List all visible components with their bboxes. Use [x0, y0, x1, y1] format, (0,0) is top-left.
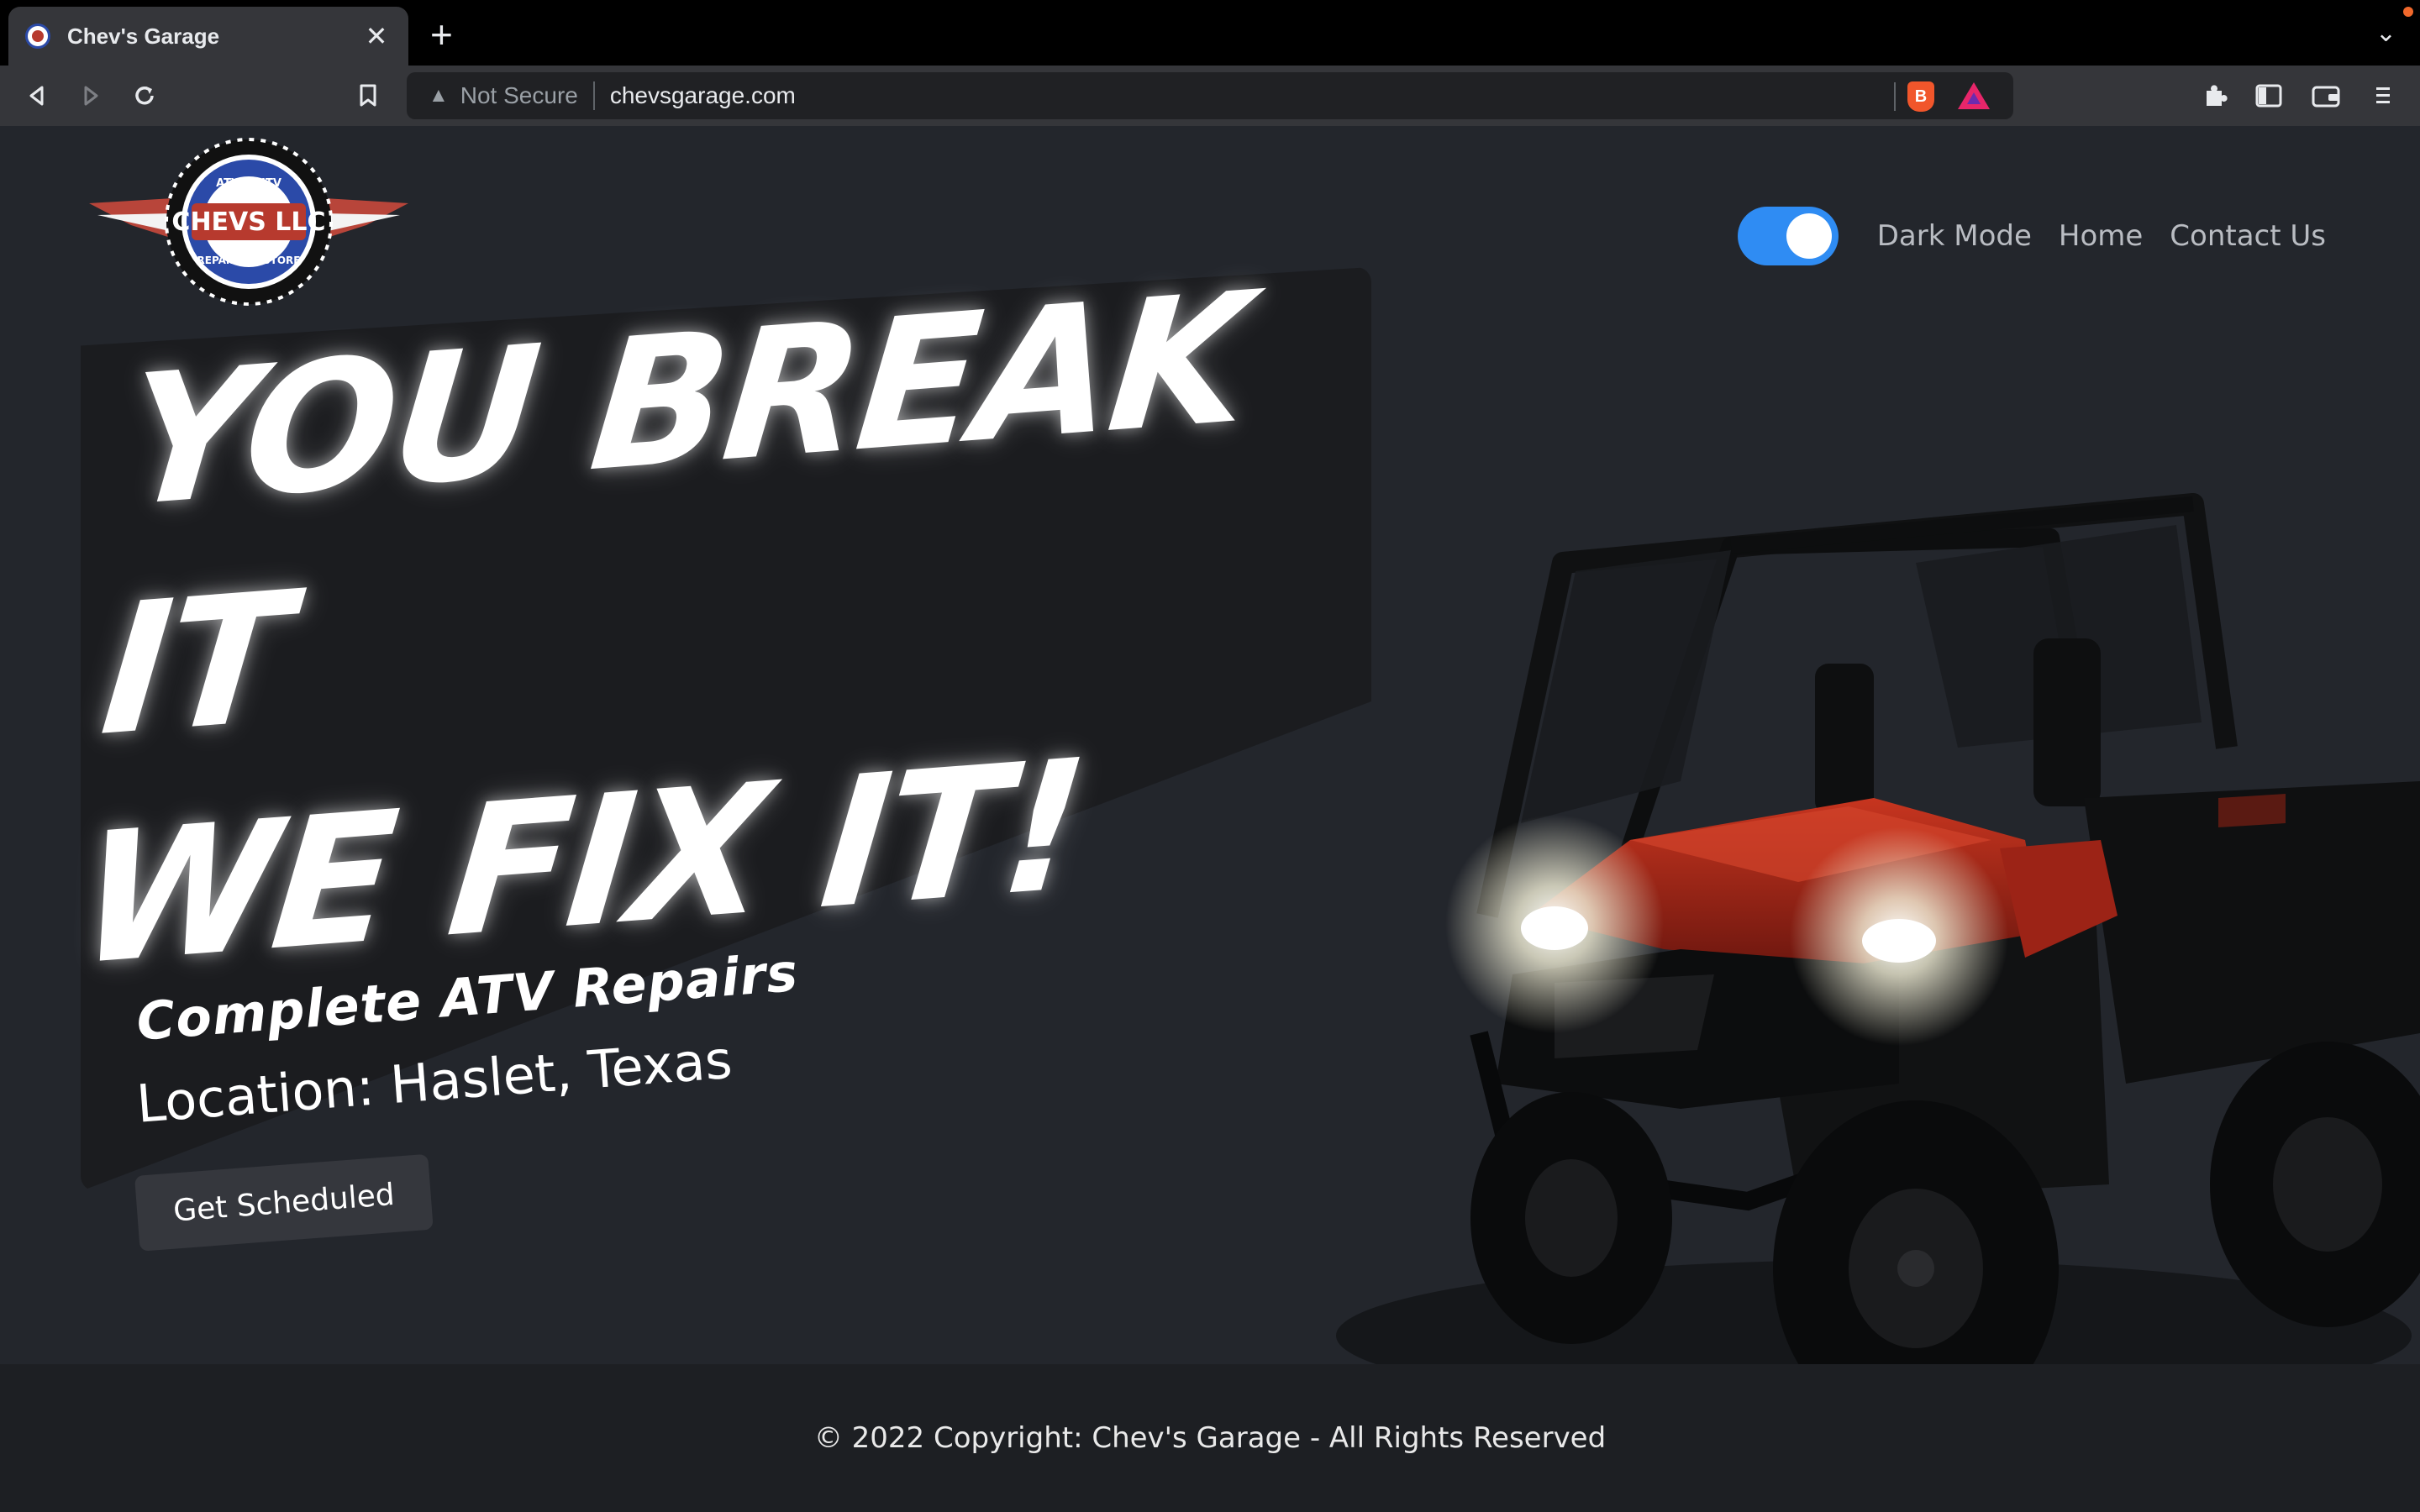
- extensions-icon[interactable]: [2198, 79, 2232, 113]
- footer-copyright: © 2022 Copyright: Chev's Garage - All Ri…: [813, 1421, 1607, 1455]
- top-nav: Dark Mode Home Contact Us: [1737, 207, 2326, 265]
- page-content: CHEVS LLC ATV & UTV REPAIR · RESTORE Dar…: [0, 126, 2420, 1364]
- footer: © 2022 Copyright: Chev's Garage - All Ri…: [0, 1364, 2420, 1512]
- sidebar-icon[interactable]: [2252, 79, 2286, 113]
- tab-close-icon[interactable]: ✕: [361, 23, 392, 50]
- dark-mode-toggle[interactable]: [1737, 207, 1839, 265]
- address-bar[interactable]: ▲ Not Secure chevsgarage.com B: [407, 72, 2013, 119]
- notification-dot: [2403, 7, 2413, 17]
- chevs-logo[interactable]: CHEVS LLC ATV & UTV REPAIR · RESTORE: [81, 138, 417, 314]
- hero-headline: YOU BREAK IT WE FIX IT!: [70, 234, 1395, 1016]
- forward-icon[interactable]: [74, 79, 108, 113]
- address-divider: [592, 81, 595, 110]
- wallet-icon[interactable]: [2309, 79, 2343, 113]
- browser-tab[interactable]: Chev's Garage ✕: [8, 7, 408, 66]
- back-icon[interactable]: [20, 79, 54, 113]
- logo-top-text: ATV & UTV: [216, 177, 281, 190]
- tab-title: Chev's Garage: [67, 23, 220, 49]
- menu-icon[interactable]: [2366, 79, 2400, 113]
- new-tab-button[interactable]: +: [430, 15, 453, 54]
- brave-rewards-icon[interactable]: [1958, 82, 1990, 109]
- toggle-knob: [1786, 213, 1832, 259]
- tab-search-chevron-icon[interactable]: ⌄: [2375, 18, 2396, 48]
- nav-home-link[interactable]: Home: [2059, 219, 2143, 253]
- reload-icon[interactable]: [128, 79, 161, 113]
- shields-divider: [1894, 82, 1896, 111]
- warning-icon: ▲: [429, 84, 449, 107]
- get-scheduled-button[interactable]: Get Scheduled: [134, 1153, 434, 1252]
- nav-dark-mode-label[interactable]: Dark Mode: [1877, 219, 2032, 253]
- site-favicon-icon: [25, 24, 50, 49]
- bookmark-icon[interactable]: [351, 79, 385, 113]
- url-text[interactable]: chevsgarage.com: [610, 82, 796, 109]
- logo-main-text: CHEVS LLC: [171, 207, 325, 237]
- logo-bottom-text: REPAIR · RESTORE: [197, 255, 301, 266]
- browser-toolbar: ▲ Not Secure chevsgarage.com B: [0, 66, 2420, 126]
- browser-tab-strip: Chev's Garage ✕ + ⌄: [0, 0, 2420, 66]
- security-indicator[interactable]: Not Secure: [460, 82, 578, 109]
- brave-shields-icon[interactable]: B: [1907, 81, 1934, 112]
- nav-contact-link[interactable]: Contact Us: [2170, 219, 2326, 253]
